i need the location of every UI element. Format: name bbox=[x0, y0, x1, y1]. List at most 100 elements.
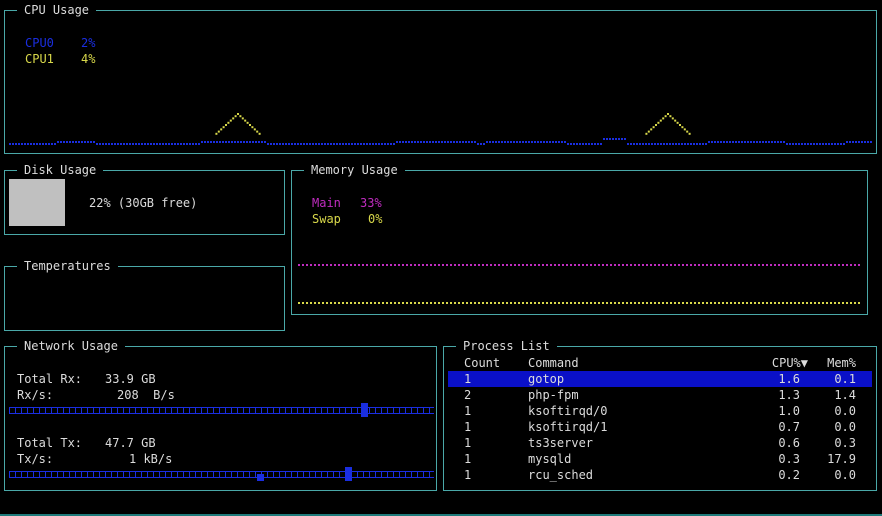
cpu0-dot bbox=[843, 143, 845, 145]
cpu0-dot bbox=[267, 143, 269, 145]
cpu0-dot bbox=[618, 138, 620, 140]
cpu0-dot bbox=[576, 143, 578, 145]
tx-small-marker bbox=[257, 474, 264, 481]
cpu1-dot bbox=[681, 126, 684, 129]
cpu0-dot bbox=[789, 143, 791, 145]
cpu0-dot bbox=[222, 141, 224, 143]
cpu0-dot bbox=[636, 143, 638, 145]
header-cpu[interactable]: CPU%▼ bbox=[772, 355, 808, 371]
cpu0-dot bbox=[510, 141, 512, 143]
cpu0-dot bbox=[264, 141, 266, 143]
cpu0-dot bbox=[51, 143, 53, 145]
cpu0-dot bbox=[207, 141, 209, 143]
cpu0-dot bbox=[48, 143, 50, 145]
cpu0-dot bbox=[270, 143, 272, 145]
header-mem[interactable]: Mem% bbox=[827, 355, 856, 371]
cpu0-dot bbox=[825, 143, 827, 145]
table-row[interactable]: 1 ts3server 0.6 0.3 bbox=[448, 435, 872, 451]
cpu0-dot bbox=[528, 141, 530, 143]
cpu0-dot bbox=[192, 143, 194, 145]
cpu0-dot bbox=[414, 141, 416, 143]
cpu0-dot bbox=[771, 141, 773, 143]
table-row[interactable]: 1 gotop 1.6 0.1 bbox=[448, 371, 872, 387]
cpu0-dot bbox=[753, 141, 755, 143]
cpu0-dot bbox=[144, 143, 146, 145]
cpu0-dot bbox=[570, 143, 572, 145]
cpu0-dot bbox=[42, 143, 44, 145]
cpu0-dot bbox=[234, 141, 236, 143]
cpu0-dot bbox=[363, 143, 365, 145]
row-cpu: 0.3 bbox=[778, 452, 800, 466]
cpu0-dot bbox=[420, 141, 422, 143]
cpu0-dot bbox=[810, 143, 812, 145]
cpu0-dot bbox=[513, 141, 515, 143]
memory-swap-label: Swap bbox=[312, 212, 341, 226]
table-row[interactable]: 1 ksoftirqd/1 0.7 0.0 bbox=[448, 419, 872, 435]
cpu0-dot bbox=[84, 141, 86, 143]
table-row[interactable]: 1 ksoftirqd/0 1.0 0.0 bbox=[448, 403, 872, 419]
cpu0-dot bbox=[171, 143, 173, 145]
cpu0-dot bbox=[672, 143, 674, 145]
cpu0-dot bbox=[201, 141, 203, 143]
row-count: 1 bbox=[464, 436, 472, 450]
row-count: 1 bbox=[464, 468, 472, 482]
cpu0-dot bbox=[837, 143, 839, 145]
cpu0-dot bbox=[777, 141, 779, 143]
header-count[interactable]: Count bbox=[464, 355, 500, 371]
cpu0-dot bbox=[219, 141, 221, 143]
cpu0-dot bbox=[543, 141, 545, 143]
header-command[interactable]: Command bbox=[528, 355, 579, 371]
rx-rate-label: Rx/s: bbox=[17, 388, 54, 402]
cpu-usage-panel: CPU Usage CPU0 2% CPU1 4% bbox=[4, 2, 877, 154]
cpu0-dot bbox=[396, 141, 398, 143]
cpu1-dot bbox=[655, 124, 657, 126]
cpu0-dot bbox=[606, 138, 608, 140]
cpu1-dot bbox=[669, 115, 672, 118]
memory-usage-panel: Memory Usage Main 33% Swap 0% bbox=[291, 162, 868, 315]
cpu0-dot bbox=[711, 141, 713, 143]
cpu0-dot bbox=[327, 143, 329, 145]
row-mem: 0.1 bbox=[834, 372, 856, 386]
cpu1-dot bbox=[251, 126, 254, 129]
cpu0-dot bbox=[627, 143, 629, 145]
cpu1-dot bbox=[664, 115, 667, 118]
cpu0-dot bbox=[813, 143, 815, 145]
cpu1-dot bbox=[683, 128, 686, 131]
cpu0-dot bbox=[60, 141, 62, 143]
cpu1-dot bbox=[232, 117, 235, 120]
cpu0-dot bbox=[633, 143, 635, 145]
cpu0-dot bbox=[726, 141, 728, 143]
cpu0-dot bbox=[240, 141, 242, 143]
cpu0-dot bbox=[696, 143, 698, 145]
table-row[interactable]: 1 rcu_sched 0.2 0.0 bbox=[448, 467, 872, 483]
cpu0-dot bbox=[744, 141, 746, 143]
row-count: 1 bbox=[464, 420, 472, 434]
cpu1-value: 4% bbox=[81, 52, 96, 66]
cpu1-label: CPU1 bbox=[25, 52, 54, 66]
cpu0-dot bbox=[645, 143, 647, 145]
cpu0-dot bbox=[96, 143, 98, 145]
table-row[interactable]: 2 php-fpm 1.3 1.4 bbox=[448, 387, 872, 403]
cpu0-line bbox=[9, 138, 872, 145]
table-row[interactable]: 1 mysqld 0.3 17.9 bbox=[448, 451, 872, 467]
process-list-panel: Process List Count Command CPU%▼ Mem% 1 … bbox=[443, 338, 877, 491]
cpu0-value: 2% bbox=[81, 36, 96, 50]
cpu0-dot bbox=[702, 143, 704, 145]
cpu0-dot bbox=[168, 143, 170, 145]
cpu0-dot bbox=[276, 143, 278, 145]
cpu0-dot bbox=[162, 143, 164, 145]
cpu0-dot bbox=[585, 143, 587, 145]
cpu0-dot bbox=[438, 141, 440, 143]
memory-usage-title: Memory Usage bbox=[304, 162, 405, 178]
cpu0-dot bbox=[858, 141, 860, 143]
cpu0-dot bbox=[411, 141, 413, 143]
cpu0-dot bbox=[309, 143, 311, 145]
cpu0-dot bbox=[303, 143, 305, 145]
disk-usage-text: 22% (30GB free) bbox=[89, 196, 198, 210]
cpu0-dot bbox=[834, 143, 836, 145]
cpu0-dot bbox=[336, 143, 338, 145]
cpu0-dot bbox=[369, 143, 371, 145]
cpu0-dot bbox=[231, 141, 233, 143]
cpu1-dot bbox=[227, 121, 230, 124]
cpu0-dot bbox=[378, 143, 380, 145]
